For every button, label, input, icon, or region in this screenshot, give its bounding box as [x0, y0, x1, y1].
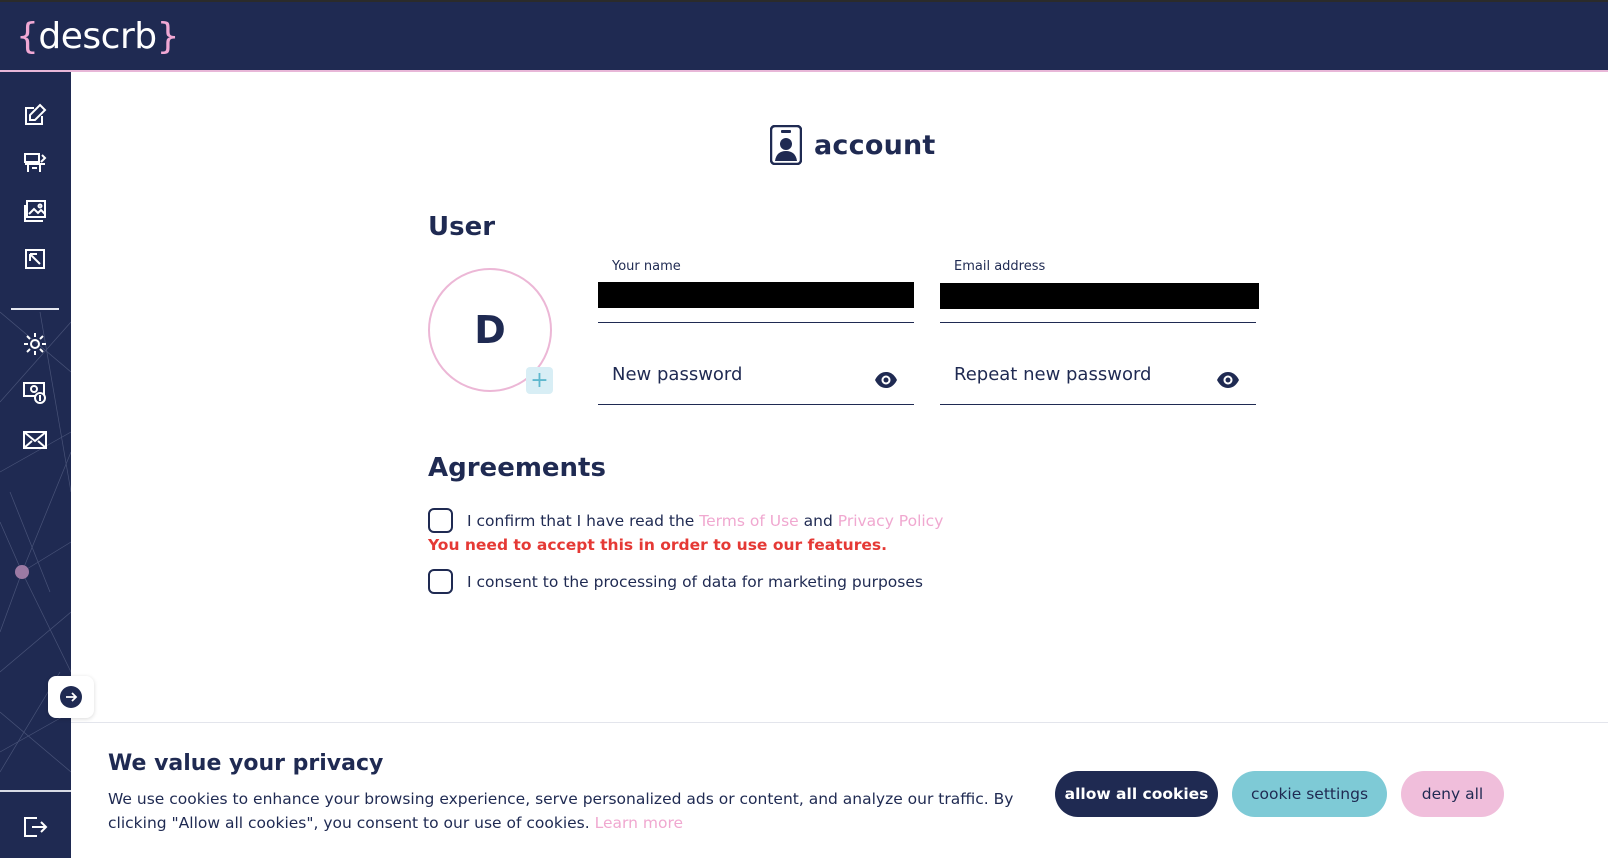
billing-icon[interactable] [20, 377, 50, 407]
logo-brace-close: } [156, 15, 180, 57]
logout-icon[interactable] [20, 812, 50, 842]
logo[interactable]: { descrb } [16, 14, 180, 58]
marketing-text: I consent to the processing of data for … [467, 572, 923, 591]
cookie-settings-button[interactable]: cookie settings [1232, 771, 1387, 817]
email-field[interactable]: Email address [940, 256, 1259, 324]
sidebar-bottom-divider [0, 790, 71, 792]
repeat-password-placeholder: Repeat new password [954, 364, 1152, 385]
agreements-section-title: Agreements [428, 453, 606, 483]
page-title: account [814, 129, 936, 161]
name-field[interactable]: Your name [598, 256, 914, 324]
cookie-title: We value your privacy [108, 751, 384, 776]
terms-and: and [803, 511, 833, 530]
mail-icon[interactable] [20, 425, 50, 455]
user-section-title: User [428, 212, 496, 242]
cookie-banner: We value your privacy We use cookies to … [71, 722, 1608, 858]
logo-text: descrb [38, 15, 157, 57]
workspace-icon[interactable] [20, 148, 50, 178]
name-label: Your name [612, 259, 681, 274]
gear-icon[interactable] [20, 329, 50, 359]
repeat-password-underline [940, 404, 1256, 405]
terms-of-use-link[interactable]: Terms of Use [699, 512, 798, 530]
terms-prefix: I confirm that I have read the [467, 511, 695, 530]
privacy-policy-link[interactable]: Privacy Policy [838, 512, 944, 530]
arrow-right-icon [60, 686, 82, 708]
new-password-underline [598, 404, 914, 405]
deny-all-button[interactable]: deny all [1401, 771, 1504, 817]
email-label: Email address [954, 259, 1046, 274]
top-bar: { descrb } [0, 0, 1608, 72]
avatar-initial: D [474, 308, 506, 352]
expand-sidebar-button[interactable] [48, 676, 94, 718]
email-input-redacted[interactable] [940, 283, 1259, 309]
logo-brace-open: { [16, 15, 39, 57]
terms-text: I confirm that I have read the Terms of … [467, 512, 943, 530]
network-background [0, 311, 71, 773]
cookie-text: We use cookies to enhance your browsing … [108, 787, 1038, 835]
image-gallery-icon[interactable] [20, 196, 50, 226]
eye-icon[interactable] [1216, 371, 1240, 389]
new-password-field[interactable]: New password [598, 360, 914, 406]
name-input-redacted[interactable] [598, 282, 914, 308]
page-heading: account [770, 124, 936, 166]
terms-agreement-row: I confirm that I have read the Terms of … [428, 508, 943, 533]
marketing-checkbox[interactable] [428, 569, 453, 594]
edit-icon[interactable] [20, 100, 50, 130]
id-badge-icon [770, 125, 802, 165]
allow-all-cookies-button[interactable]: allow all cookies [1055, 771, 1218, 817]
marketing-agreement-row: I consent to the processing of data for … [428, 569, 923, 594]
export-icon[interactable] [20, 244, 50, 274]
email-underline [940, 322, 1256, 323]
cookie-description: We use cookies to enhance your browsing … [108, 790, 1014, 832]
add-avatar-button[interactable]: + [526, 367, 553, 394]
terms-checkbox[interactable] [428, 508, 453, 533]
eye-icon[interactable] [874, 371, 898, 389]
name-underline [598, 322, 914, 323]
terms-error-message: You need to accept this in order to use … [428, 536, 887, 554]
sidebar [0, 72, 71, 858]
learn-more-link[interactable]: Learn more [595, 814, 683, 832]
new-password-placeholder: New password [612, 364, 743, 385]
sidebar-divider [11, 308, 59, 310]
repeat-password-field[interactable]: Repeat new password [940, 360, 1256, 406]
